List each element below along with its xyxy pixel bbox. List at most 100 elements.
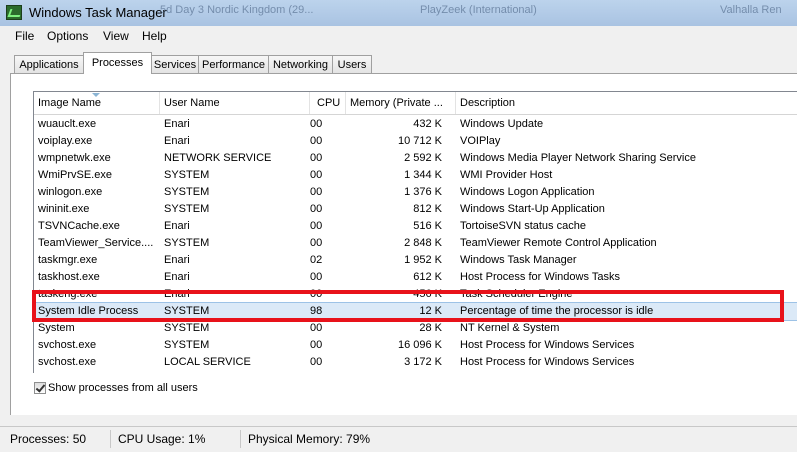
column-image-name[interactable]: Image Name: [34, 92, 160, 114]
process-cpu: 00: [310, 203, 323, 215]
menu-view[interactable]: View: [103, 29, 129, 43]
process-description: Windows Update: [460, 118, 544, 130]
tab-performance[interactable]: Performance: [198, 55, 269, 73]
process-memory: 456 K: [413, 288, 442, 300]
process-row[interactable]: taskhost.exe Enari 00 612 K Host Process for…: [34, 269, 797, 286]
process-cpu: 02: [310, 254, 323, 266]
process-row[interactable]: taskeng.exe Enari 00 456 K Task Scheduler En…: [34, 286, 797, 303]
menu-bar: File Options View Help: [0, 26, 797, 46]
process-cpu: 00: [310, 271, 323, 283]
process-name: wmpnetwk.exe: [38, 152, 111, 164]
process-name: voiplay.exe: [38, 135, 93, 147]
process-description: Percentage of time the processor is idle: [460, 305, 654, 317]
tab-networking[interactable]: Networking: [268, 55, 333, 73]
process-description: Task Scheduler Engine: [460, 288, 573, 300]
process-description: NT Kernel & System: [460, 322, 560, 334]
status-divider: [240, 430, 241, 448]
process-memory: 2 592 K: [404, 152, 442, 164]
process-memory: 1 376 K: [404, 186, 442, 198]
process-row[interactable]: svchost.exe SYSTEM 00 16 096 K Host Process …: [34, 337, 797, 354]
process-user: NETWORK SERVICE: [164, 152, 272, 164]
column-memory[interactable]: Memory (Private ...: [346, 92, 456, 114]
process-row[interactable]: wmpnetwk.exe NETWORK SERVICE 00 2 592 K Wind…: [34, 150, 797, 167]
process-row[interactable]: voiplay.exe Enari 00 10 712 K VOIPlay: [34, 133, 797, 150]
title-bar: Windows Task Manager 5d Day 3 Nordic Kin…: [0, 0, 797, 27]
process-user: SYSTEM: [164, 339, 210, 351]
process-name: svchost.exe: [38, 339, 97, 351]
process-memory: 1 952 K: [404, 254, 442, 266]
background-tab-3: Valhalla Ren: [720, 4, 782, 16]
process-memory: 12 K: [419, 305, 442, 317]
process-name: WmiPrvSE.exe: [38, 169, 112, 181]
tab-services[interactable]: Services: [151, 55, 199, 73]
column-image-name-label: Image Name: [38, 97, 101, 109]
process-memory: 16 096 K: [397, 339, 442, 351]
process-name: TSVNCache.exe: [38, 220, 120, 232]
menu-options[interactable]: Options: [47, 29, 88, 43]
background-tab-1: 5d Day 3 Nordic Kingdom (29...: [160, 4, 314, 16]
process-description: Host Process for Windows Services: [460, 339, 635, 351]
process-user: SYSTEM: [164, 203, 210, 215]
process-row[interactable]: winlogon.exe SYSTEM 00 1 376 K Windows Logon…: [34, 184, 797, 201]
process-user: SYSTEM: [164, 186, 210, 198]
column-header-row: Image Name User Name CPU Memory (Private…: [34, 92, 797, 115]
process-description: Windows Media Player Network Sharing Ser…: [460, 152, 696, 164]
tab-applications[interactable]: Applications: [14, 55, 84, 73]
process-user: Enari: [164, 254, 190, 266]
process-user: Enari: [164, 288, 190, 300]
process-name: wuauclt.exe: [38, 118, 97, 130]
process-memory: 516 K: [413, 220, 442, 232]
process-memory: 10 712 K: [397, 135, 442, 147]
process-cpu: 00: [310, 220, 323, 232]
tab-processes[interactable]: Processes: [83, 52, 152, 74]
window-title: Windows Task Manager: [29, 5, 167, 20]
process-row[interactable]: System Idle Process SYSTEM 98 12 K Percentag…: [34, 302, 797, 321]
process-name: wininit.exe: [38, 203, 90, 215]
process-cpu: 00: [310, 356, 323, 368]
process-description: Windows Start-Up Application: [460, 203, 605, 215]
process-description: Host Process for Windows Services: [460, 356, 635, 368]
process-user: Enari: [164, 135, 190, 147]
process-cpu: 00: [310, 339, 323, 351]
process-description: TortoiseSVN status cache: [460, 220, 586, 232]
process-cpu: 00: [310, 152, 323, 164]
tab-users[interactable]: Users: [332, 55, 372, 73]
column-user-name[interactable]: User Name: [160, 92, 310, 114]
process-cpu: 98: [310, 305, 323, 317]
menu-file[interactable]: File: [15, 29, 34, 43]
process-cpu: 00: [310, 237, 323, 249]
process-user: SYSTEM: [164, 322, 210, 334]
show-all-users-checkbox[interactable]: [34, 382, 46, 394]
process-name: System Idle Process: [38, 305, 139, 317]
status-divider: [110, 430, 111, 448]
process-description: VOIPlay: [460, 135, 501, 147]
process-name: svchost.exe: [38, 356, 97, 368]
column-cpu[interactable]: CPU: [310, 92, 346, 114]
process-description: Windows Logon Application: [460, 186, 595, 198]
process-description: Windows Task Manager: [460, 254, 577, 266]
process-user: SYSTEM: [164, 169, 210, 181]
process-cpu: 00: [310, 169, 323, 181]
process-cpu: 00: [310, 135, 323, 147]
process-cpu: 00: [310, 288, 323, 300]
process-memory: 3 172 K: [404, 356, 442, 368]
process-row[interactable]: wininit.exe SYSTEM 00 812 K Windows Start-Up…: [34, 201, 797, 218]
process-row[interactable]: TeamViewer_Service.... SYSTEM 00 2 848 K Tea…: [34, 235, 797, 252]
status-bar: Processes: 50 CPU Usage: 1% Physical Mem…: [0, 426, 797, 452]
menu-help[interactable]: Help: [142, 29, 167, 43]
column-description[interactable]: Description: [456, 92, 797, 114]
process-row[interactable]: taskmgr.exe Enari 02 1 952 K Windows Task Ma…: [34, 252, 797, 269]
process-cpu: 00: [310, 186, 323, 198]
process-row[interactable]: TSVNCache.exe Enari 00 516 K TortoiseSVN sta…: [34, 218, 797, 235]
process-memory: 28 K: [419, 322, 442, 334]
process-name: taskmgr.exe: [38, 254, 98, 266]
process-user: LOCAL SERVICE: [164, 356, 251, 368]
process-list[interactable]: Image Name User Name CPU Memory (Private…: [33, 91, 797, 373]
status-physical-memory: Physical Memory: 79%: [248, 432, 371, 446]
process-row[interactable]: System SYSTEM 00 28 K NT Kernel & System: [34, 320, 797, 337]
process-row[interactable]: WmiPrvSE.exe SYSTEM 00 1 344 K WMI Provider …: [34, 167, 797, 184]
process-memory: 612 K: [413, 271, 442, 283]
process-row[interactable]: svchost.exe LOCAL SERVICE 00 3 172 K Host Pr…: [34, 354, 797, 371]
process-row[interactable]: wuauclt.exe Enari 00 432 K Windows Update: [34, 116, 797, 133]
process-name: taskhost.exe: [38, 271, 100, 283]
